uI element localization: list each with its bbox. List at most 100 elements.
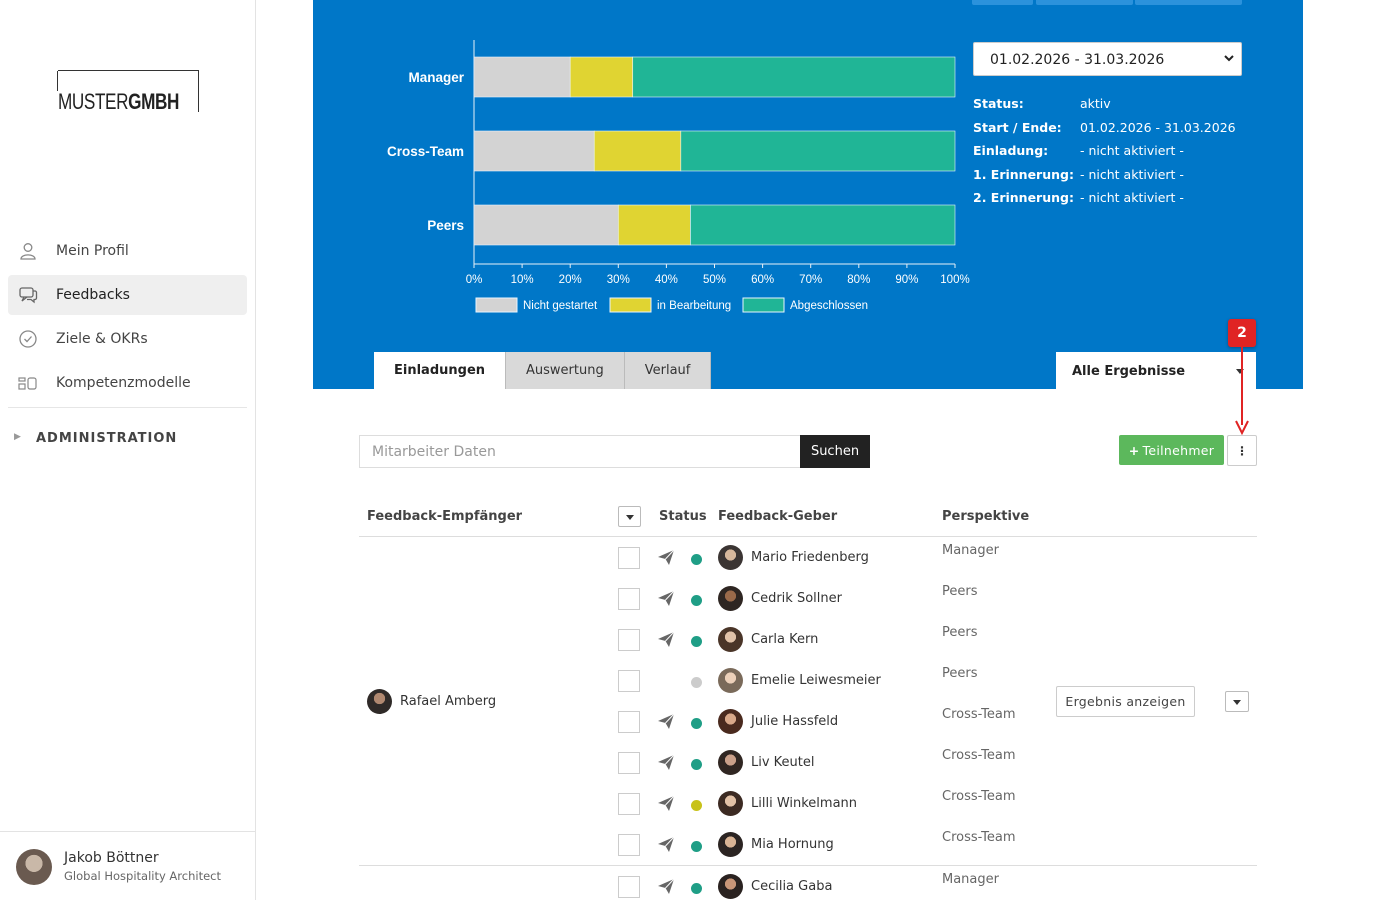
row-checkbox[interactable] [618,711,640,733]
giver-perspective: Cross-Team [942,789,1016,804]
more-options-button[interactable]: ⋮ [1227,435,1257,466]
add-participant-button[interactable]: + Teilnehmer [1119,435,1224,465]
table-row: Cedrik Sollner Peers [0,584,1380,629]
legend-label: Abgeschlossen [790,300,868,312]
status-dot [691,595,702,606]
paper-plane-icon[interactable] [657,713,675,731]
table-divider [359,536,1257,537]
period-select[interactable]: 01.02.2026 - 31.03.2026 [973,42,1242,76]
paper-plane-icon[interactable] [657,878,675,896]
tab-auswertung[interactable]: Auswertung [506,352,625,389]
bar-segment [680,130,956,172]
row-checkbox[interactable] [618,793,640,815]
company-logo[interactable]: MUSTERGMBH [57,70,199,114]
giver-name: Carla Kern [751,632,819,647]
table-divider [359,865,1257,866]
table-row: Carla Kern Peers [0,625,1380,670]
giver-name: Cedrik Sollner [751,591,842,606]
info-label: Start / Ende: [973,119,1062,135]
top-action-button[interactable] [1036,0,1133,5]
search-button[interactable]: Suchen [800,435,870,468]
legend-label: Nicht gestartet [523,300,598,312]
legend-swatch [609,297,652,313]
annotation-marker: 2 [1228,319,1256,347]
giver-perspective: Peers [942,625,978,640]
giver-name: Emelie Leiwesmeier [751,673,881,688]
top-action-button[interactable] [972,0,1033,5]
giver-name: Mia Hornung [751,837,834,852]
table-row: Mario Friedenberg Manager [0,543,1380,588]
bar-segment [473,204,619,246]
x-tick-label: 30% [607,274,630,286]
giver-name: Lilli Winkelmann [751,796,858,811]
giver-perspective: Peers [942,584,978,599]
paper-plane-icon[interactable] [657,631,675,649]
status-dot [691,677,702,688]
tab-bar: Einladungen Auswertung Verlauf [374,352,712,389]
paper-plane-icon[interactable] [657,836,675,854]
info-label: Einladung: [973,143,1049,158]
bar-segment [617,204,691,246]
nav-item-feedbacks[interactable]: Feedbacks [8,275,247,315]
nav-item-kompetenzmodelle[interactable]: Kompetenzmodelle [8,363,247,403]
category-label: Peers [427,218,464,233]
row-checkbox[interactable] [618,547,640,569]
status-dot [691,718,702,729]
info-value: - nicht aktiviert - [1080,143,1184,158]
user-icon [20,243,36,260]
x-tick-label: 0% [466,274,483,286]
row-checkbox[interactable] [618,670,640,692]
x-tick-label: 40% [655,274,678,286]
period-select-value: 01.02.2026 - 31.03.2026 [990,52,1165,68]
header-status: Status [659,509,707,524]
nav-item-mein-profil[interactable]: Mein Profil [8,231,247,271]
paper-plane-icon[interactable] [657,754,675,772]
bar-segment [593,130,682,172]
giver-perspective: Manager [942,543,999,558]
avatar [718,586,743,611]
header-perspective: Perspektive [942,509,1030,524]
avatar [718,832,743,857]
avatar [718,791,743,816]
giver-perspective: Cross-Team [942,707,1016,722]
paper-plane-icon[interactable] [657,795,675,813]
x-tick-label: 80% [847,274,870,286]
row-checkbox[interactable] [618,834,640,856]
info-label: Status: [973,96,1024,111]
results-filter-select[interactable]: Alle Ergebnisse [1056,352,1256,389]
nav-label: Mein Profil [56,243,129,259]
bar-segment [690,204,956,246]
nav-label: Feedbacks [56,287,130,303]
search-input[interactable] [359,435,801,468]
table-row: Mia Hornung Cross-Team [0,830,1380,875]
giver-name: Mario Friedenberg [751,550,869,565]
paper-plane-icon[interactable] [657,590,675,608]
tab-einladungen[interactable]: Einladungen [374,352,507,389]
row-checkbox[interactable] [618,876,640,898]
row-checkbox[interactable] [618,629,640,651]
bar-segment [632,56,956,98]
info-value: - nicht aktiviert - [1080,166,1184,182]
paper-plane-icon[interactable] [657,549,675,567]
bar-segment [473,56,571,98]
table-row: Julie Hassfeld Cross-Team [0,707,1380,752]
results-filter-value: Alle Ergebnisse [1072,364,1186,379]
nav-item-administration[interactable]: ▶ ADMINISTRATION [8,418,247,458]
avatar [718,627,743,652]
status-dot [691,883,702,894]
model-icon [18,377,37,390]
info-value: aktiv [1080,96,1111,111]
tab-verlauf[interactable]: Verlauf [624,352,712,389]
nav-item-ziele-okrs[interactable]: Ziele & OKRs [8,319,247,359]
row-checkbox[interactable] [618,588,640,610]
top-action-button[interactable] [1135,0,1242,5]
add-participant-label: Teilnehmer [1142,442,1215,458]
giver-name: Julie Hassfeld [751,714,839,729]
row-checkbox[interactable] [618,752,640,774]
main-nav: Mein Profil Feedbacks Ziele & OKRs Kompe… [8,231,247,458]
nav-label: Ziele & OKRs [56,331,148,347]
table-row: Liv Keutel Cross-Team [0,748,1380,793]
info-value: - nicht aktiviert - [1080,190,1184,205]
x-tick-label: 50% [703,274,726,286]
bulk-select-dropdown[interactable] [618,506,641,527]
